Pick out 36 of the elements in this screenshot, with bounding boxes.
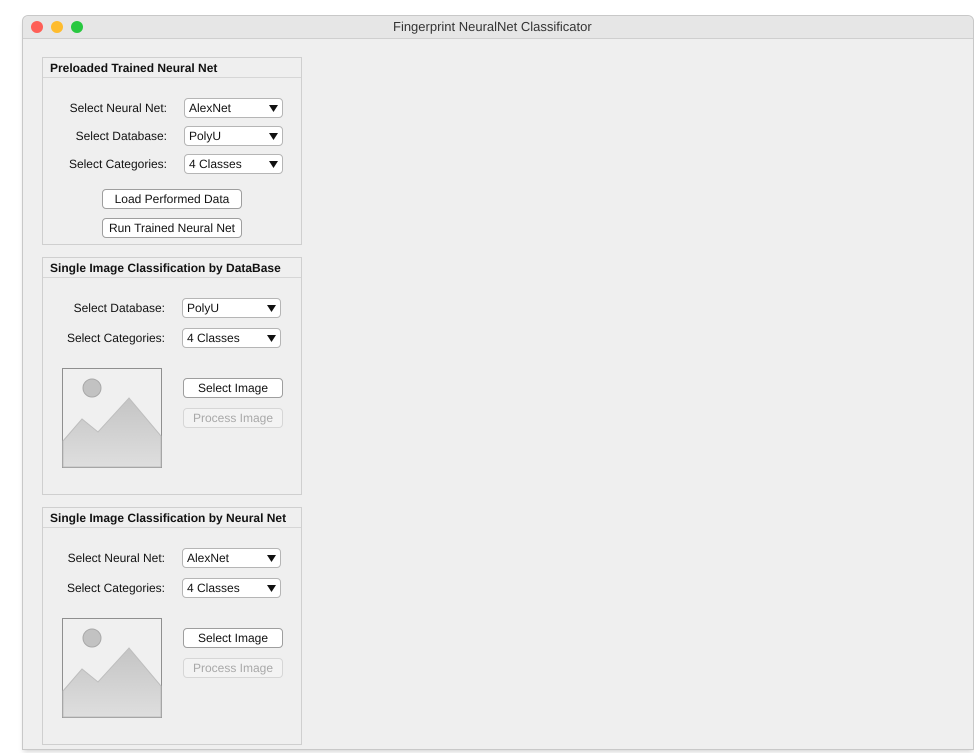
- caret-icon: [267, 304, 276, 312]
- close-button[interactable]: [31, 21, 43, 33]
- field-label: Select Neural Net:: [68, 100, 168, 117]
- field-label: Select Categories:: [66, 330, 166, 347]
- dropdown[interactable]: AlexNet: [182, 548, 281, 568]
- field-label: Select Database:: [72, 300, 166, 317]
- button: Process Image: [183, 408, 283, 428]
- button[interactable]: Select Image: [183, 378, 283, 398]
- zoom-button[interactable]: [71, 21, 83, 33]
- button: Process Image: [183, 658, 283, 678]
- button[interactable]: Load Performed Data: [102, 189, 242, 209]
- dropdown[interactable]: PolyU: [182, 298, 281, 318]
- caret-icon: [267, 554, 276, 562]
- minimize-button[interactable]: [51, 21, 63, 33]
- dropdown[interactable]: 4 Classes: [182, 578, 281, 598]
- image-placeholder-icon: [62, 618, 162, 718]
- caret-icon: [269, 160, 278, 168]
- field-label: Select Neural Net:: [66, 550, 166, 567]
- dropdown[interactable]: 4 Classes: [182, 328, 281, 348]
- panel-title: Single Image Classification by Neural Net: [43, 508, 301, 528]
- field-label: Select Categories:: [66, 580, 166, 597]
- button[interactable]: Run Trained Neural Net: [102, 218, 242, 238]
- panel-title: Single Image Classification by DataBase: [43, 258, 301, 278]
- panel-title: Preloaded Trained Neural Net: [43, 58, 301, 78]
- button[interactable]: Select Image: [183, 628, 283, 648]
- caret-icon: [267, 334, 276, 342]
- field-label: Select Database:: [74, 128, 168, 145]
- field-label: Select Categories:: [68, 156, 168, 173]
- dropdown[interactable]: AlexNet: [184, 98, 283, 118]
- caret-icon: [269, 104, 278, 112]
- window-title: Fingerprint NeuralNet Classificator: [393, 18, 592, 36]
- dropdown[interactable]: PolyU: [184, 126, 283, 146]
- caret-icon: [269, 132, 278, 140]
- image-placeholder-icon: [62, 368, 162, 468]
- caret-icon: [267, 584, 276, 592]
- dropdown[interactable]: 4 Classes: [184, 154, 283, 174]
